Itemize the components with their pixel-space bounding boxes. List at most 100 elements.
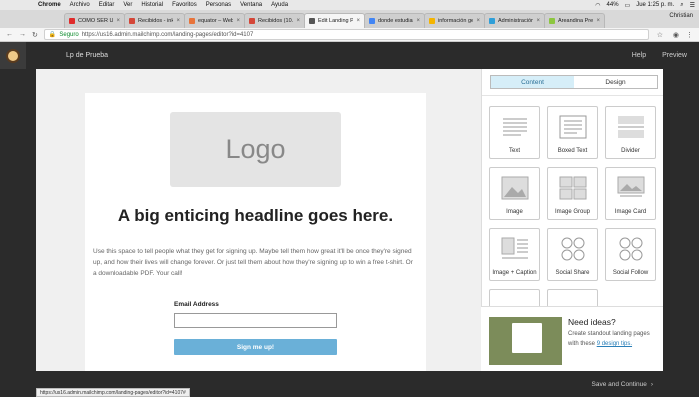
browser-tab[interactable]: equator – Web × (184, 13, 245, 28)
block-text[interactable]: Text (489, 106, 540, 159)
right-gutter (663, 69, 699, 371)
browser-tab[interactable]: Recibidos (10.6 × (244, 13, 305, 28)
boxed-text-icon (559, 115, 587, 139)
left-gutter (0, 69, 36, 371)
lock-icon: 🔒 (48, 32, 57, 38)
browser-tab[interactable]: Administración × (484, 13, 545, 28)
email-label: Email Address (174, 301, 219, 308)
site-favicon-icon (549, 18, 555, 24)
close-tab-icon[interactable]: × (536, 18, 540, 24)
web-favicon-icon (189, 18, 195, 24)
close-tab-icon[interactable]: × (236, 18, 240, 24)
app-header: Lp de Prueba Help Preview (0, 42, 699, 69)
body-text[interactable]: Use this space to tell people what they … (93, 246, 418, 279)
close-tab-icon[interactable]: × (596, 18, 600, 24)
menu-ayuda[interactable]: Ayuda (271, 2, 288, 8)
bookmark-star-icon[interactable]: ☆ (657, 31, 663, 39)
menu-historial[interactable]: Historial (141, 2, 163, 8)
address-bar: ← → ↻ 🔒 Seguro https://us16.admin.mailch… (0, 28, 699, 42)
block-image-group[interactable]: Image Group (547, 167, 598, 220)
social-share-icon (561, 237, 585, 261)
block-social-share[interactable]: Social Share (547, 228, 598, 281)
block-label: Boxed Text (557, 148, 588, 154)
url-field[interactable]: 🔒 Seguro https://us16.admin.mailchimp.co… (43, 29, 649, 40)
close-tab-icon[interactable]: × (176, 18, 180, 24)
status-area: ◠ 44% ▭ Jue 1:25 p. m. ⌕ ☰ (595, 0, 695, 10)
menu-editar[interactable]: Editar (99, 2, 115, 8)
status-bar-url: https://us16.admin.mailchimp.com/landing… (36, 388, 190, 397)
menu-favoritos[interactable]: Favoritos (172, 2, 197, 8)
profile-name[interactable]: Christian (669, 13, 693, 19)
forward-icon[interactable]: → (19, 31, 26, 38)
page-title[interactable]: Lp de Prueba (66, 52, 108, 59)
text-block-icon (503, 118, 527, 136)
block-label: Text (508, 148, 520, 154)
image-card-icon (617, 176, 645, 197)
need-ideas-text: Create standout landing pages with these… (568, 331, 650, 347)
battery-icon[interactable]: ▭ (625, 2, 631, 9)
logo-placeholder[interactable]: Logo (170, 112, 341, 187)
thumbnail-card (512, 323, 542, 353)
browser-tab[interactable]: donde estudiar × (364, 13, 425, 28)
menu-ventana[interactable]: Ventana (240, 2, 262, 8)
menu-personas[interactable]: Personas (206, 2, 231, 8)
battery-percent: 44% (606, 2, 619, 8)
block-label: Image Group (554, 209, 591, 215)
image-icon (501, 176, 529, 200)
browser-tab[interactable]: información ge × (424, 13, 485, 28)
freddie-icon (6, 48, 20, 63)
preview-link[interactable]: Preview (662, 52, 687, 59)
browser-tab[interactable]: CÓMO SER Un × (64, 13, 125, 28)
search-icon[interactable]: ⌕ (680, 2, 683, 9)
macos-menu-bar: Chrome Archivo Editar Ver Historial Favo… (0, 0, 699, 10)
social-follow-icon (619, 237, 643, 261)
browser-tab[interactable]: Areandina Pres × (544, 13, 605, 28)
wifi-icon[interactable]: ◠ (595, 2, 600, 9)
block-image-card[interactable]: Image Card (605, 167, 656, 220)
clock[interactable]: Jue 1:25 p. m. (636, 2, 674, 8)
block-social-follow[interactable]: Social Follow (605, 228, 656, 281)
help-link[interactable]: Help (632, 52, 646, 59)
menu-ver[interactable]: Ver (123, 2, 132, 8)
browser-menu-icon[interactable]: ⋮ (686, 31, 693, 39)
divider-icon (618, 116, 644, 138)
close-tab-icon[interactable]: × (416, 18, 420, 24)
image-caption-icon (501, 237, 528, 259)
block-boxed-text[interactable]: Boxed Text (547, 106, 598, 159)
need-ideas-title: Need ideas? (568, 317, 616, 327)
menu-archivo[interactable]: Archivo (70, 2, 90, 8)
close-tab-icon[interactable]: × (296, 18, 300, 24)
extension-icon[interactable]: ◉ (673, 31, 679, 39)
site-favicon-icon (489, 18, 495, 24)
tab-content[interactable]: Content (491, 76, 574, 88)
save-continue-button[interactable]: Save and Continue › (592, 378, 653, 390)
menu-chrome[interactable]: Chrome (38, 2, 61, 8)
browser-tab-strip: CÓMO SER Un × Recibidos - ink × equator – … (0, 10, 699, 28)
close-tab-icon[interactable]: × (116, 18, 120, 24)
need-ideas-card: Need ideas? Create standout landing page… (481, 306, 663, 371)
close-tab-icon[interactable]: × (356, 18, 360, 24)
design-tips-thumbnail[interactable] (489, 317, 562, 365)
chevron-right-icon: › (650, 380, 653, 388)
secure-label: Seguro (59, 31, 79, 38)
block-image[interactable]: Image (489, 167, 540, 220)
reload-icon[interactable]: ↻ (32, 31, 38, 39)
gmail-favicon-icon (249, 18, 255, 24)
signup-button[interactable]: Sign me up! (174, 339, 337, 355)
close-tab-icon[interactable]: × (476, 18, 480, 24)
design-tips-link[interactable]: 9 design tips. (597, 341, 632, 347)
email-field[interactable] (174, 313, 337, 328)
browser-tab-active[interactable]: Edit Landing Pa × (304, 13, 365, 28)
browser-tab[interactable]: Recibidos - ink × (124, 13, 185, 28)
landing-page-preview: Logo A big enticing headline goes here. … (85, 93, 426, 371)
menu-list-icon[interactable]: ☰ (690, 2, 695, 9)
google-favicon-icon (369, 18, 375, 24)
headline[interactable]: A big enticing headline goes here. (85, 206, 426, 226)
back-icon[interactable]: ← (6, 31, 13, 38)
block-label: Social Share (555, 270, 590, 276)
mailchimp-logo[interactable] (0, 42, 26, 69)
block-divider[interactable]: Divider (605, 106, 656, 159)
block-image-caption[interactable]: Image + Caption (489, 228, 540, 281)
editor-canvas: Logo A big enticing headline goes here. … (36, 69, 481, 371)
tab-design[interactable]: Design (574, 76, 657, 88)
